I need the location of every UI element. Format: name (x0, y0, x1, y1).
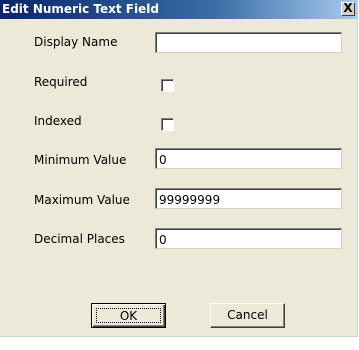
required-checkbox[interactable] (161, 79, 174, 92)
required-label: Required (34, 75, 88, 89)
minimum-value-input[interactable] (155, 148, 342, 169)
maximum-value-label: Maximum Value (34, 193, 130, 207)
display-name-input[interactable] (155, 32, 342, 53)
ok-button[interactable]: OK (91, 303, 166, 328)
title-bar[interactable]: Edit Numeric Text Field X (0, 0, 357, 19)
edit-numeric-text-field-dialog: Edit Numeric Text Field X Display Name R… (0, 0, 358, 337)
decimal-places-input[interactable] (155, 228, 342, 249)
close-button[interactable]: X (341, 2, 355, 16)
indexed-label: Indexed (34, 114, 82, 128)
display-name-label: Display Name (34, 35, 118, 49)
ok-button-label: OK (119, 309, 138, 323)
cancel-button[interactable]: Cancel (210, 303, 285, 328)
indexed-checkbox[interactable] (161, 118, 174, 131)
ok-button-focus-rect: OK (96, 308, 161, 323)
minimum-value-label: Minimum Value (34, 153, 127, 167)
close-icon: X (343, 1, 353, 15)
dialog-title: Edit Numeric Text Field (2, 2, 159, 16)
cancel-button-label: Cancel (227, 308, 268, 322)
decimal-places-label: Decimal Places (34, 232, 125, 246)
maximum-value-input[interactable] (155, 188, 342, 209)
